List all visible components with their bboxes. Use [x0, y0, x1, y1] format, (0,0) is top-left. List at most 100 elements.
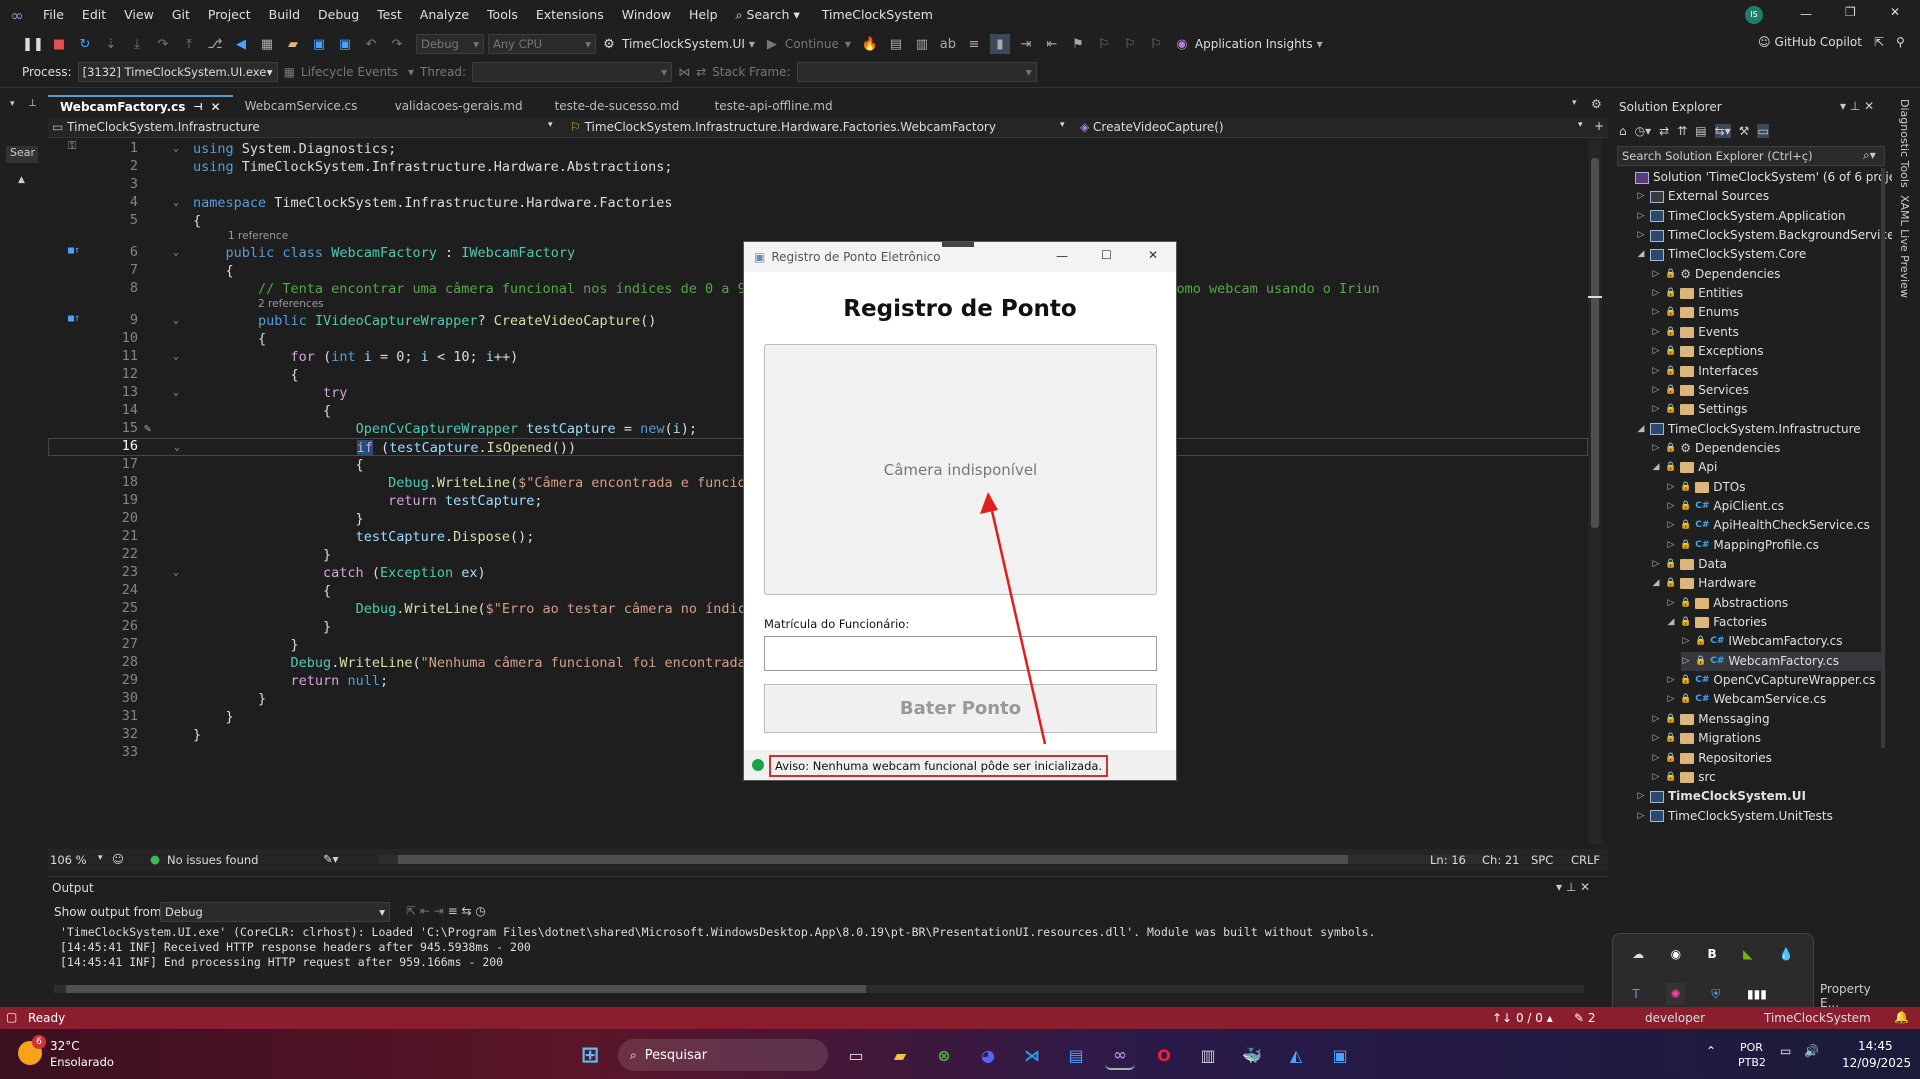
maximize-icon[interactable]: ❐: [1845, 5, 1856, 19]
expand-icon[interactable]: ▷: [1636, 787, 1646, 806]
expand-icon[interactable]: ▷: [1666, 497, 1676, 516]
expand-icon[interactable]: ▷: [1651, 342, 1661, 361]
hot-reload-icon[interactable]: 🔥: [860, 34, 880, 54]
expand-icon[interactable]: ◢: [1636, 245, 1646, 264]
step-out-icon[interactable]: ⤒: [179, 34, 199, 54]
start-icon[interactable]: ⊞: [575, 1040, 605, 1070]
outdent-icon[interactable]: ⇤: [1042, 34, 1062, 54]
sync-icon[interactable]: ◷▾: [1635, 124, 1652, 138]
solution-tree-item[interactable]: ▷ 🔒 C# OpenCvCaptureWrapper.cs: [1666, 671, 1876, 690]
solution-tree-item[interactable]: ▷ 🔒 Entities: [1651, 284, 1744, 303]
settings-icon[interactable]: ⚙: [1591, 97, 1602, 111]
minimize-icon[interactable]: —: [1800, 7, 1812, 21]
copilot-button[interactable]: ☺ GitHub Copilot ⇱ ⚲: [1758, 35, 1905, 49]
stack-frame-select[interactable]: ▾: [796, 62, 1037, 82]
git-icon[interactable]: ⎇: [205, 34, 225, 54]
type-nav[interactable]: ⚐ TimeClockSystem.Infrastructure.Hardwar…: [570, 120, 996, 134]
expand-icon[interactable]: ▷: [1681, 632, 1691, 651]
expand-icon[interactable]: ▷: [1651, 710, 1661, 729]
expand-icon[interactable]: ▷: [1666, 536, 1676, 555]
solution-tree-item[interactable]: ▷ 🔒 C# ApiClient.cs: [1666, 497, 1784, 516]
fold-icon[interactable]: ⌄: [173, 312, 179, 330]
bookmark-next-icon[interactable]: ⚐: [1120, 34, 1140, 54]
expand-icon[interactable]: ▷: [1651, 284, 1661, 303]
expand-icon[interactable]: ▷: [1636, 226, 1646, 245]
preview-icon[interactable]: ▭: [1757, 124, 1769, 138]
issues-status[interactable]: No issues found: [167, 853, 258, 867]
expand-icon[interactable]: ▷: [1666, 671, 1676, 690]
expand-icon[interactable]: ▷: [1651, 303, 1661, 322]
menu-tools[interactable]: Tools: [478, 0, 527, 30]
solution-tree-item[interactable]: ▷ 🔒 Exceptions: [1651, 342, 1764, 361]
discord-icon[interactable]: ◕: [973, 1040, 1003, 1070]
expand-icon[interactable]: ▷: [1651, 265, 1661, 284]
project-nav[interactable]: ▭ TimeClockSystem.Infrastructure: [52, 120, 562, 134]
save-all-icon[interactable]: ▣: [335, 34, 355, 54]
close-tab-icon[interactable]: ✕: [211, 100, 221, 114]
tab-webcamservice[interactable]: WebcamService.cs: [233, 95, 383, 117]
server-icon[interactable]: ▥: [1193, 1040, 1223, 1070]
expand-icon[interactable]: ▷: [1666, 478, 1676, 497]
vscode-icon[interactable]: ⋊: [1017, 1040, 1047, 1070]
avatar[interactable]: IS: [1745, 6, 1763, 24]
expand-icon[interactable]: ▷: [1651, 729, 1661, 748]
github-icon[interactable]: ◉: [1671, 947, 1681, 961]
menu-git[interactable]: Git: [163, 0, 199, 30]
eol-indicator[interactable]: CRLF: [1571, 853, 1600, 867]
app-window-icon[interactable]: ▣: [1325, 1040, 1355, 1070]
stop-icon[interactable]: ■: [49, 34, 69, 54]
expand-icon[interactable]: ▷: [1651, 749, 1661, 768]
share-icon[interactable]: ⇱: [1874, 35, 1884, 49]
solution-tree-item[interactable]: ◢ TimeClockSystem.Core: [1636, 245, 1807, 264]
solution-tree-item[interactable]: ◢ 🔒 Factories: [1666, 613, 1767, 632]
se-window-controls[interactable]: ▾ ⊥ ✕: [1840, 99, 1874, 113]
se-search-icon[interactable]: ⌕▾: [1863, 148, 1876, 163]
menu-file[interactable]: File: [34, 0, 73, 30]
line-indicator[interactable]: Ln: 16: [1430, 853, 1466, 867]
solution-tree-item[interactable]: ▷ 🔒 C# IWebcamFactory.cs: [1681, 632, 1843, 651]
expand-icon[interactable]: ◢: [1636, 420, 1646, 439]
volume-icon[interactable]: 🔊: [1804, 1044, 1819, 1058]
expand-icon[interactable]: ▷: [1651, 381, 1661, 400]
defender-icon[interactable]: ⛨: [1711, 987, 1720, 1002]
filter-icon[interactable]: ⇆▾: [1714, 124, 1731, 138]
fold-icon[interactable]: ⌄: [173, 348, 179, 366]
redo-icon[interactable]: ↷: [387, 34, 407, 54]
lang-2[interactable]: PTB2: [1738, 1056, 1766, 1069]
tab-webcamfactory[interactable]: WebcamFactory.cs ⊣ ✕: [48, 95, 233, 117]
application-insights[interactable]: Application Insights: [1195, 37, 1313, 51]
expand-icon[interactable]: ▷: [1666, 516, 1676, 535]
repo-name[interactable]: TimeClockSystem: [1764, 1011, 1871, 1025]
app-minimize-icon[interactable]: —: [1056, 249, 1068, 263]
toggle-icon[interactable]: ▮: [989, 34, 1010, 54]
dropdown-icon[interactable]: ▾: [10, 99, 15, 109]
weather-text[interactable]: Ensolarado: [50, 1055, 114, 1069]
app-maximize-icon[interactable]: ☐: [1101, 248, 1112, 262]
se-scroll-thumb[interactable]: [1881, 168, 1885, 748]
visual-studio-icon[interactable]: ∞: [1105, 1040, 1135, 1070]
thread-select[interactable]: ▾: [472, 62, 673, 82]
fold-icon[interactable]: ⌄: [174, 439, 180, 457]
diagnostic-tools-tab[interactable]: Diagnostic Tools: [1898, 99, 1911, 188]
process-select[interactable]: [3132] TimeClockSystem.UI.exe ▾: [77, 62, 278, 82]
menu-build[interactable]: Build: [260, 0, 309, 30]
menu-test[interactable]: Test: [368, 0, 411, 30]
output-pin-icon[interactable]: ▾ ⊥ ✕: [1556, 880, 1590, 894]
expand-icon[interactable]: ▷: [1636, 807, 1646, 826]
expand-icon[interactable]: ▷: [1666, 690, 1676, 709]
solution-tree-item[interactable]: ▷ TimeClockSystem.UI: [1636, 787, 1806, 806]
solution-tree-item[interactable]: ▷ 🔒 Abstractions: [1666, 594, 1789, 613]
expand-icon[interactable]: ▷: [1636, 187, 1646, 206]
solution-tree-item[interactable]: ▷ 🔒 Services: [1651, 381, 1749, 400]
expand-icon[interactable]: ▷: [1681, 652, 1691, 671]
solution-tree-item[interactable]: ▷ TimeClockSystem.Application: [1636, 207, 1846, 226]
expand-icon[interactable]: ◢: [1651, 458, 1661, 477]
scroll-thumb[interactable]: [1591, 158, 1599, 528]
solution-tree-item[interactable]: ▷ 🔒 DTOs: [1666, 478, 1746, 497]
split-icon[interactable]: +: [1594, 119, 1604, 133]
drop-icon[interactable]: 💧: [1779, 947, 1794, 961]
expand-icon[interactable]: ▷: [1666, 594, 1676, 613]
network-icon[interactable]: ▭: [1780, 1044, 1791, 1058]
taskbar-search[interactable]: ⌕ Pesquisar: [618, 1039, 828, 1071]
step-over-icon[interactable]: ↷: [153, 34, 173, 54]
